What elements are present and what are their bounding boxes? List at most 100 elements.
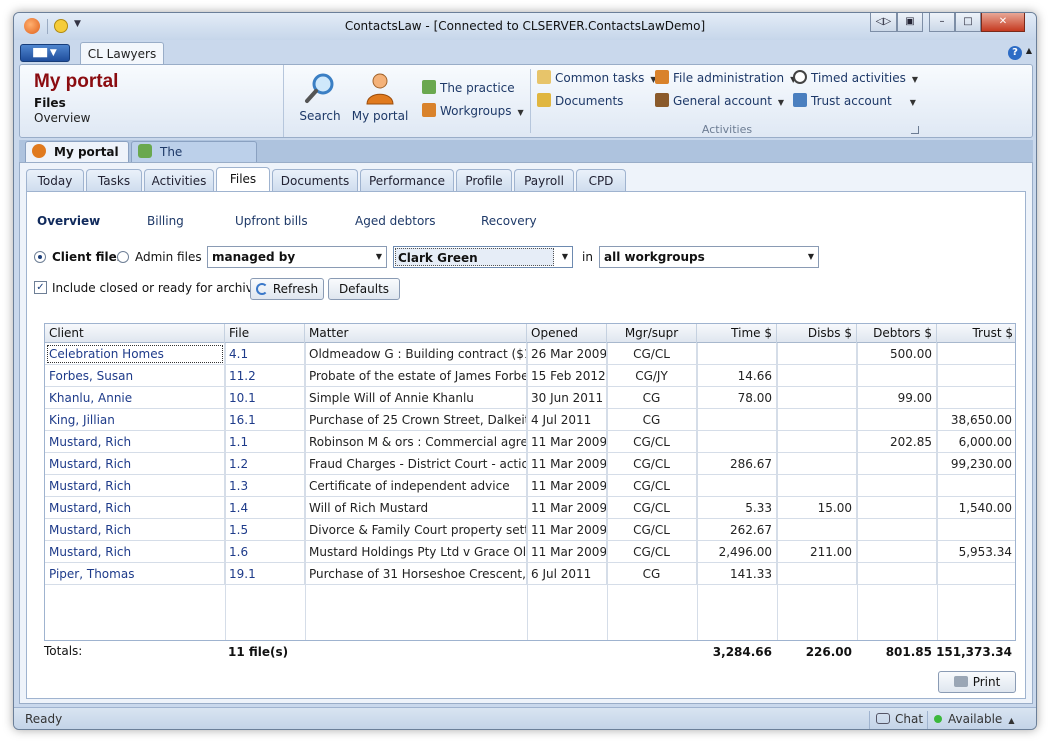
tab-documents[interactable]: Documents — [272, 169, 358, 191]
cell-client[interactable]: Mustard, Rich — [45, 497, 225, 519]
table-row[interactable]: Mustard, Rich 1.2 Fraud Charges - District… — [45, 453, 1015, 475]
ribbon-tab-cl-lawyers[interactable]: CL Lawyers — [80, 42, 164, 64]
status-separator — [927, 711, 928, 729]
person-select[interactable]: Clark Green ▼ — [393, 246, 573, 268]
cell-client[interactable]: Khanlu, Annie — [45, 387, 225, 409]
table-row[interactable]: Forbes, Susan 11.2 Probate of the estate o… — [45, 365, 1015, 387]
my-portal-button[interactable]: My portal — [350, 71, 410, 131]
column-header-time[interactable]: Time $ — [697, 324, 777, 343]
doc-tab-the-practice[interactable]: The Practice✕ — [131, 141, 257, 179]
subnav-recovery[interactable]: Recovery — [481, 214, 537, 228]
column-header-matter[interactable]: Matter — [305, 324, 527, 343]
cell-client[interactable]: Forbes, Susan — [45, 365, 225, 387]
restore-layout-icon[interactable]: ◁▷ — [870, 13, 897, 32]
cell-disbs: 211.00 — [777, 541, 857, 563]
cell-file[interactable]: 1.2 — [225, 453, 305, 475]
tab-activities[interactable]: Activities — [144, 169, 214, 191]
cell-file[interactable]: 10.1 — [225, 387, 305, 409]
app-menu-button[interactable]: ▇▇ ▼ — [20, 44, 70, 62]
cell-file[interactable]: 11.2 — [225, 365, 305, 387]
cell-client[interactable]: Mustard, Rich — [45, 519, 225, 541]
column-header-mgr-supr[interactable]: Mgr/supr — [607, 324, 697, 343]
table-row[interactable]: Mustard, Rich 1.1 Robinson M & ors : Comme… — [45, 431, 1015, 453]
minimize-button[interactable]: – — [929, 13, 955, 32]
cell-client[interactable]: Celebration Homes — [45, 343, 225, 365]
column-divider — [857, 343, 858, 640]
column-header-opened[interactable]: Opened — [527, 324, 607, 343]
table-row[interactable]: King, Jillian 16.1 Purchase of 25 Crown St… — [45, 409, 1015, 431]
workgroup-select[interactable]: all workgroups ▼ — [599, 246, 819, 268]
file-administration-button[interactable]: File administration▼ — [655, 69, 796, 87]
managed-by-select[interactable]: managed by ▼ — [207, 246, 387, 268]
trust-account-button[interactable]: Trust account ▼ — [793, 92, 916, 110]
documents-button[interactable]: Documents▼ — [537, 92, 662, 110]
table-row[interactable]: Mustard, Rich 1.4 Will of Rich Mustard 11 M… — [45, 497, 1015, 519]
subnav-overview[interactable]: Overview — [37, 214, 100, 228]
the-practice-button[interactable]: The practice — [422, 79, 515, 97]
tab-files[interactable]: Files — [216, 167, 270, 192]
cell-file[interactable]: 1.4 — [225, 497, 305, 519]
cell-client[interactable]: Piper, Thomas — [45, 563, 225, 585]
column-header-client[interactable]: Client — [45, 324, 225, 343]
general-account-button[interactable]: General account ▼ — [655, 92, 784, 110]
cell-file[interactable]: 1.5 — [225, 519, 305, 541]
dialog-launcher-icon[interactable] — [911, 126, 919, 134]
tab-cpd[interactable]: CPD — [576, 169, 626, 191]
subnav-aged-debtors[interactable]: Aged debtors — [355, 214, 436, 228]
cell-client[interactable]: Mustard, Rich — [45, 431, 225, 453]
column-header-disbs[interactable]: Disbs $ — [777, 324, 857, 343]
table-row[interactable]: Piper, Thomas 19.1 Purchase of 31 Horsesho… — [45, 563, 1015, 585]
column-header-trust[interactable]: Trust $ — [937, 324, 1015, 343]
column-header-file[interactable]: File — [225, 324, 305, 343]
table-row[interactable]: Celebration Homes 4.1 Oldmeadow G : Buildi… — [45, 343, 1015, 365]
printer-icon — [953, 676, 968, 687]
ribbon-collapse-icon[interactable]: ▲ — [1026, 46, 1032, 55]
admin-files-radio[interactable] — [117, 251, 129, 263]
column-header-debtors[interactable]: Debtors $ — [857, 324, 937, 343]
cell-file[interactable]: 1.3 — [225, 475, 305, 497]
print-button[interactable]: Print — [938, 671, 1016, 693]
cell-file[interactable]: 19.1 — [225, 563, 305, 585]
chat-button[interactable]: Chat — [876, 712, 923, 726]
search-button[interactable]: Search — [294, 71, 346, 131]
include-closed-checkbox[interactable]: ✓ — [34, 281, 47, 294]
maximize-button[interactable]: □ — [955, 13, 981, 32]
totals-disbs: 226.00 — [805, 645, 852, 659]
common-tasks-label: Common tasks — [555, 71, 645, 85]
window-mode-icon[interactable]: ▣ — [897, 13, 923, 32]
cell-mgr-supr: CG/JY — [607, 365, 697, 387]
tab-profile[interactable]: Profile — [456, 169, 512, 191]
presence-dot-icon — [934, 715, 942, 723]
file-admin-icon — [655, 70, 669, 84]
cell-file[interactable]: 16.1 — [225, 409, 305, 431]
cell-client[interactable]: Mustard, Rich — [45, 541, 225, 563]
tab-today[interactable]: Today — [26, 169, 84, 191]
defaults-button[interactable]: Defaults — [328, 278, 400, 300]
cell-client[interactable]: King, Jillian — [45, 409, 225, 431]
cell-file[interactable]: 1.1 — [225, 431, 305, 453]
timed-activities-label: Timed activities — [811, 71, 906, 85]
client-files-radio[interactable] — [34, 251, 46, 263]
refresh-button[interactable]: Refresh — [250, 278, 324, 300]
doc-tab-my-portal[interactable]: My portal — [25, 141, 129, 162]
tab-payroll[interactable]: Payroll — [514, 169, 574, 191]
common-tasks-button[interactable]: Common tasks ▼ — [537, 69, 657, 87]
cell-client[interactable]: Mustard, Rich — [45, 475, 225, 497]
workgroups-button[interactable]: Workgroups ▼ — [422, 102, 524, 120]
help-icon[interactable]: ? — [1008, 46, 1022, 60]
cell-file[interactable]: 4.1 — [225, 343, 305, 365]
table-row[interactable]: Mustard, Rich 1.6 Mustard Holdings Pty Ltd… — [45, 541, 1015, 563]
files-table[interactable]: Client File Matter Opened Mgr/supr Time … — [44, 323, 1016, 641]
table-row[interactable]: Khanlu, Annie 10.1 Simple Will of Annie Kh… — [45, 387, 1015, 409]
tab-performance[interactable]: Performance — [360, 169, 454, 191]
timed-activities-button[interactable]: Timed activities ▼ — [793, 69, 918, 87]
cell-file[interactable]: 1.6 — [225, 541, 305, 563]
presence-button[interactable]: Available ▲ — [934, 712, 1014, 726]
subnav-billing[interactable]: Billing — [147, 214, 184, 228]
close-button[interactable]: ✕ — [981, 13, 1025, 32]
table-row[interactable]: Mustard, Rich 1.3 Certificate of independe… — [45, 475, 1015, 497]
tab-tasks[interactable]: Tasks — [86, 169, 142, 191]
cell-client[interactable]: Mustard, Rich — [45, 453, 225, 475]
subnav-upfront-bills[interactable]: Upfront bills — [235, 214, 308, 228]
table-row[interactable]: Mustard, Rich 1.5 Divorce & Family Court p… — [45, 519, 1015, 541]
